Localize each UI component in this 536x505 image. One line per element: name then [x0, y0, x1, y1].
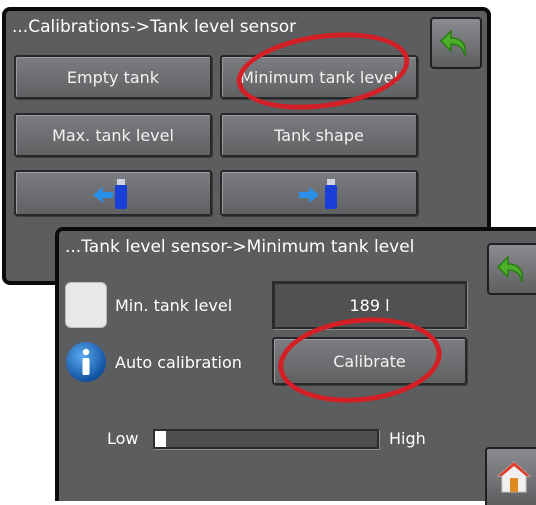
- usb-import-button[interactable]: [220, 170, 418, 216]
- return-arrow-icon: [496, 255, 524, 283]
- minimum-tank-level-panel: ...Tank level sensor->Minimum tank level…: [55, 227, 536, 505]
- empty-tank-button[interactable]: Empty tank: [14, 55, 212, 99]
- calibrate-button[interactable]: Calibrate: [272, 337, 467, 385]
- slider-high-label: High: [389, 429, 426, 448]
- tank-shape-button[interactable]: Tank shape: [220, 113, 418, 157]
- return-button[interactable]: [487, 243, 536, 295]
- usb-import-icon: [299, 179, 337, 209]
- panel-title: ...Tank level sensor->Minimum tank level: [65, 237, 415, 257]
- usb-export-button[interactable]: [14, 170, 212, 216]
- min-tank-level-label: Min. tank level: [115, 296, 233, 315]
- min-level-icon: [65, 282, 107, 328]
- minimum-tank-level-button[interactable]: Minimum tank level: [220, 55, 418, 99]
- min-tank-level-field[interactable]: 189 l: [272, 281, 467, 329]
- return-button[interactable]: [430, 17, 482, 69]
- auto-calibration-label: Auto calibration: [115, 353, 242, 372]
- usb-export-icon: [93, 179, 127, 209]
- tank-level-slider[interactable]: [153, 429, 379, 449]
- slider-low-label: Low: [107, 429, 139, 448]
- max-tank-level-button[interactable]: Max. tank level: [14, 113, 212, 157]
- home-icon: [496, 461, 531, 493]
- return-arrow-icon: [439, 29, 467, 57]
- info-icon: [66, 342, 106, 382]
- panel-title: ...Calibrations->Tank level sensor: [12, 17, 297, 37]
- home-button[interactable]: [485, 447, 536, 505]
- slider-fill: [155, 431, 167, 447]
